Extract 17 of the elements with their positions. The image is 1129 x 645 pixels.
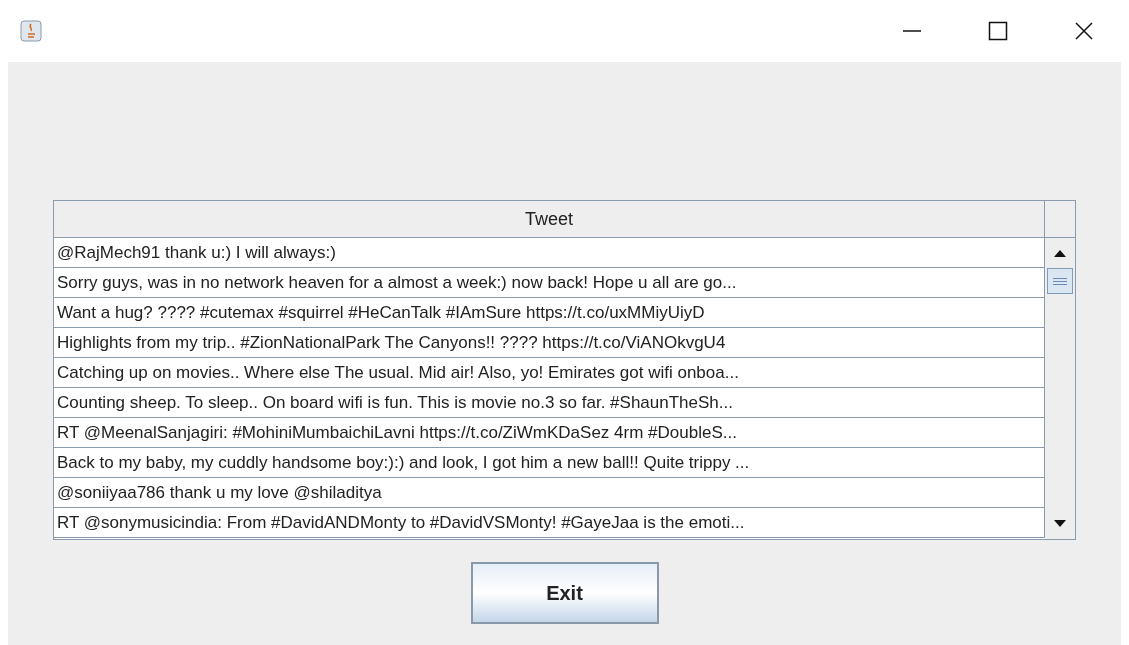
table-cell[interactable]: @RajMech91 thank u:) I will always:) [54, 238, 1045, 268]
table-cell[interactable]: Sorry guys, was in no network heaven for a almost a week:) now back! Hope u all are go... [54, 268, 1045, 298]
table-cell[interactable]: Highlights from my trip.. #ZionNationalPark The Canyons!! ???? https://t.co/ViANOkvgU4 [54, 328, 1045, 358]
exit-button[interactable]: Exit [470, 562, 659, 624]
table-cell[interactable]: Catching up on movies.. Where else The usual. Mid air! Also, yo! Emirates got wifi onboa... [54, 358, 1045, 388]
table-cell[interactable]: Want a hug? ???? #cutemax #squirrel #HeCanTalk #IAmSure https://t.co/uxMMiyUiyD [54, 298, 1045, 328]
table-cell[interactable]: Back to my baby, my cuddly handsome boy:):) and look, I got him a new ball!! Quite trippy ... [54, 448, 1045, 478]
maximize-icon [988, 21, 1008, 41]
close-icon [1074, 21, 1094, 41]
table-cell[interactable]: RT @MeenalSanjagiri: #MohiniMumbaichiLavni https://t.co/ZiWmKDaSez 4rm #DoubleS... [54, 418, 1045, 448]
minimize-icon [902, 30, 922, 32]
app-icon [20, 20, 42, 42]
table-cell[interactable]: @soniiyaa786 thank u my love @shiladitya [54, 478, 1045, 508]
scroll-thumb[interactable] [1047, 268, 1073, 294]
table-cell[interactable]: RT @sonymusicindia: From #DavidANDMonty to #DavidVSMonty! #GayeJaa is the emoti... [54, 508, 1045, 538]
column-header[interactable]: Tweet [54, 201, 1045, 237]
table-cell[interactable]: Counting sheep. To sleep.. On board wifi is fun. This is movie no.3 so far. #ShaunTheSh... [54, 388, 1045, 418]
